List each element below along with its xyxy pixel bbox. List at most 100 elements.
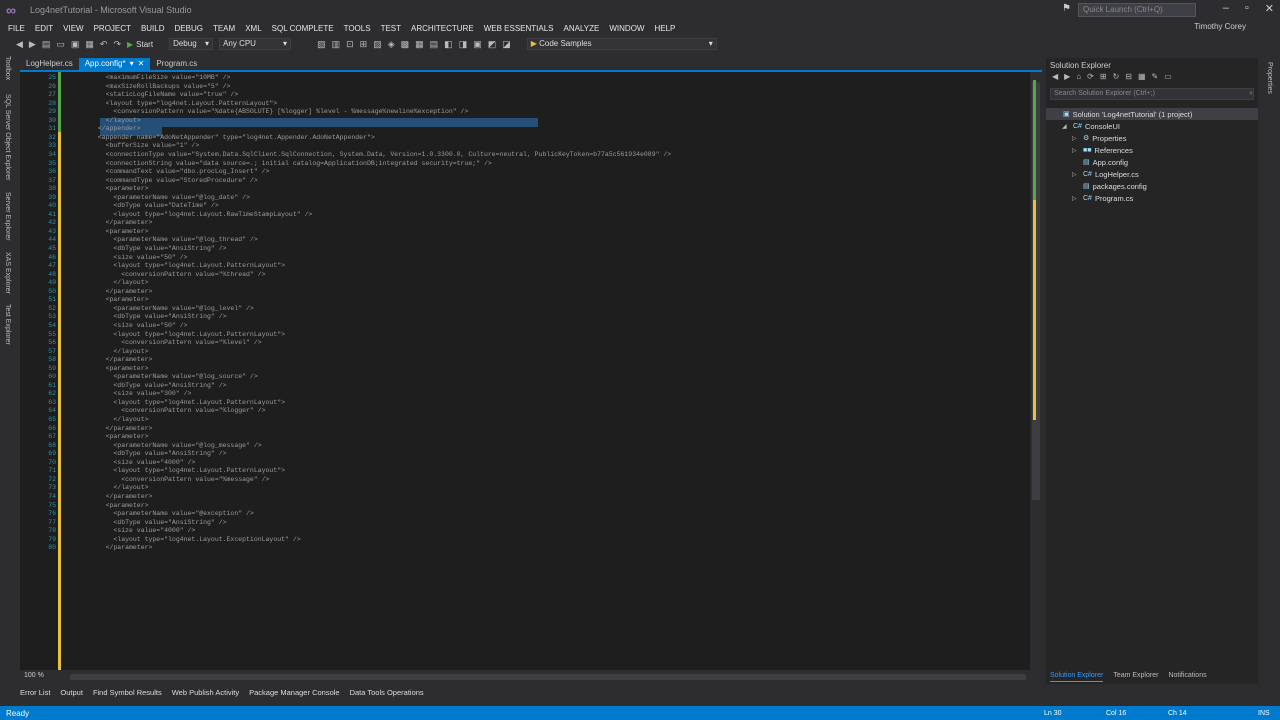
save-all-icon[interactable]: ▦ [85, 39, 94, 50]
maximize-icon[interactable]: ▫ [1245, 2, 1249, 15]
redo-icon[interactable]: ↷ [113, 39, 121, 50]
pending-changes-icon[interactable]: ⊞ [1100, 72, 1107, 86]
tree-item[interactable]: ▤ App.config [1046, 156, 1258, 168]
line-number: 55 [48, 330, 56, 338]
bottom-tab-data-tools-operations[interactable]: Data Tools Operations [350, 688, 424, 697]
toolbar-icon-13[interactable]: ◩ [488, 39, 497, 50]
toolbar-icon-6[interactable]: ◈ [388, 39, 395, 50]
expand-arrow-icon[interactable]: ▷ [1072, 195, 1080, 202]
tree-item[interactable]: ▷ ■■ References [1046, 144, 1258, 156]
feedback-icon[interactable]: ⚑ [1062, 3, 1071, 14]
toolbar-icon-9[interactable]: ▤ [430, 39, 439, 50]
tab-loghelper-cs[interactable]: LogHelper.cs [20, 58, 79, 70]
menu-item-xml[interactable]: XML [245, 24, 261, 33]
sync-icon[interactable]: ⟳ [1087, 72, 1094, 86]
code-text: <size value="50" /> [90, 253, 188, 261]
toolbar-icon-7[interactable]: ▩ [401, 39, 410, 50]
bottom-tab-output[interactable]: Output [60, 688, 83, 697]
collapse-all-icon[interactable]: ⊟ [1125, 72, 1132, 86]
properties-icon[interactable]: ✎ [1152, 72, 1159, 86]
platform-select[interactable]: Any CPU ▾ [219, 38, 292, 50]
menu-item-web-essentials[interactable]: WEB ESSENTIALS [484, 24, 554, 33]
toolbar-icon-1[interactable]: ▧ [317, 39, 326, 50]
properties-side-tab[interactable]: Properties [1266, 62, 1273, 94]
search-icon[interactable]: ⌕ [1249, 89, 1253, 99]
expand-arrow-icon[interactable]: ▷ [1072, 147, 1080, 154]
menu-item-analyze[interactable]: ANALYZE [564, 24, 600, 33]
panel-tab-notifications[interactable]: Notifications [1168, 672, 1206, 682]
back-icon[interactable]: ◀ [16, 39, 23, 50]
back-icon[interactable]: ◀ [1052, 72, 1058, 86]
side-tab-toolbox[interactable]: Toolbox [4, 56, 11, 80]
expand-arrow-icon[interactable]: ▷ [1072, 135, 1080, 142]
toolbar-icon-4[interactable]: ⊞ [360, 39, 368, 50]
bottom-tab-error-list[interactable]: Error List [20, 688, 50, 697]
menu-item-architecture[interactable]: ARCHITECTURE [411, 24, 474, 33]
toolbar-icon-12[interactable]: ▣ [473, 39, 482, 50]
toolbar-icon-10[interactable]: ◧ [444, 39, 453, 50]
menu-item-view[interactable]: VIEW [63, 24, 83, 33]
side-tab-xas-explorer[interactable]: XAS Explorer [4, 252, 11, 294]
menu-item-window[interactable]: WINDOW [609, 24, 644, 33]
forward-icon[interactable]: ▶ [1064, 72, 1070, 86]
pin-icon[interactable]: ▾ [130, 58, 134, 70]
menu-item-file[interactable]: FILE [8, 24, 25, 33]
toolbar-icon-14[interactable]: ◪ [502, 39, 511, 50]
menu-item-team[interactable]: TEAM [213, 24, 235, 33]
toolbar-icon-3[interactable]: ⊡ [346, 39, 354, 50]
code-line: 33 <bufferSize value="1" /> [20, 142, 1032, 151]
tree-item[interactable]: ◢ C# ConsoleUI [1046, 120, 1258, 132]
vertical-scrollbar[interactable] [1030, 72, 1042, 670]
new-project-icon[interactable]: ▤ [42, 39, 51, 50]
refresh-icon[interactable]: ↻ [1113, 72, 1120, 86]
configuration-select[interactable]: Debug ▾ [169, 38, 214, 50]
solution-search-input[interactable]: Search Solution Explorer (Ctrl+;) ⌕ [1050, 88, 1254, 100]
preview-icon[interactable]: ▭ [1164, 72, 1172, 86]
side-tab-sql-server-object-explorer[interactable]: SQL Server Object Explorer [4, 94, 11, 181]
menu-item-build[interactable]: BUILD [141, 24, 165, 33]
menu-item-sql-complete[interactable]: SQL COMPLETE [272, 24, 334, 33]
tab-app-config[interactable]: App.config* ▾ ✕ [78, 58, 151, 70]
code-editor[interactable]: 25 <maximumFileSize value="10MB" /> 26 <m… [20, 72, 1032, 670]
side-tab-test-explorer[interactable]: Test Explorer [4, 304, 11, 345]
toolbar-icon-2[interactable]: ▥ [332, 39, 341, 50]
close-icon[interactable]: ✕ [138, 58, 145, 70]
tab-program-cs[interactable]: Program.cs [150, 58, 203, 70]
quick-launch-input[interactable]: Quick Launch (Ctrl+Q) [1078, 3, 1196, 17]
tree-item[interactable]: ▷ ⚙ Properties [1046, 132, 1258, 144]
bottom-tab-package-manager-console[interactable]: Package Manager Console [249, 688, 339, 697]
panel-tab-solution-explorer[interactable]: Solution Explorer [1050, 672, 1104, 682]
bottom-tab-find-symbol-results[interactable]: Find Symbol Results [93, 688, 162, 697]
zoom-level[interactable]: 100 % [24, 672, 44, 679]
menu-item-test[interactable]: TEST [381, 24, 401, 33]
tree-item[interactable]: ▷ C# Program.cs [1046, 192, 1258, 204]
toolbar-icon-11[interactable]: ◨ [459, 39, 468, 50]
home-icon[interactable]: ⌂ [1076, 72, 1081, 86]
tree-item[interactable]: ▤ packages.config [1046, 180, 1258, 192]
code-samples-select[interactable]: ▶ Code Samples ▾ [526, 38, 717, 50]
open-icon[interactable]: ▭ [56, 39, 65, 50]
panel-tab-team-explorer[interactable]: Team Explorer [1113, 672, 1158, 682]
expand-arrow-icon[interactable]: ▷ [1072, 171, 1080, 178]
toolbar-icon-5[interactable]: ▨ [373, 39, 382, 50]
tree-item[interactable]: ▷ C# LogHelper.cs [1046, 168, 1258, 180]
expand-arrow-icon[interactable]: ◢ [1062, 123, 1070, 130]
menu-item-help[interactable]: HELP [654, 24, 675, 33]
save-icon[interactable]: ▣ [71, 39, 80, 50]
minimize-icon[interactable]: – [1223, 2, 1229, 15]
undo-icon[interactable]: ↶ [100, 39, 108, 50]
start-button[interactable]: ▶ Start [127, 40, 153, 49]
menu-item-edit[interactable]: EDIT [35, 24, 53, 33]
tree-item[interactable]: ▣ Solution 'Log4netTutorial' (1 project) [1046, 108, 1258, 120]
menu-item-tools[interactable]: TOOLS [344, 24, 371, 33]
menu-item-debug[interactable]: DEBUG [175, 24, 203, 33]
menu-item-project[interactable]: PROJECT [94, 24, 131, 33]
user-name[interactable]: Timothy Corey [1194, 22, 1246, 31]
forward-icon[interactable]: ▶ [29, 39, 36, 50]
bottom-tab-web-publish-activity[interactable]: Web Publish Activity [172, 688, 239, 697]
horizontal-scrollbar[interactable] [70, 674, 1026, 680]
side-tab-server-explorer[interactable]: Server Explorer [4, 192, 11, 241]
show-all-files-icon[interactable]: ▦ [1138, 72, 1146, 86]
close-icon[interactable]: ✕ [1265, 2, 1274, 15]
toolbar-icon-8[interactable]: ▦ [415, 39, 424, 50]
